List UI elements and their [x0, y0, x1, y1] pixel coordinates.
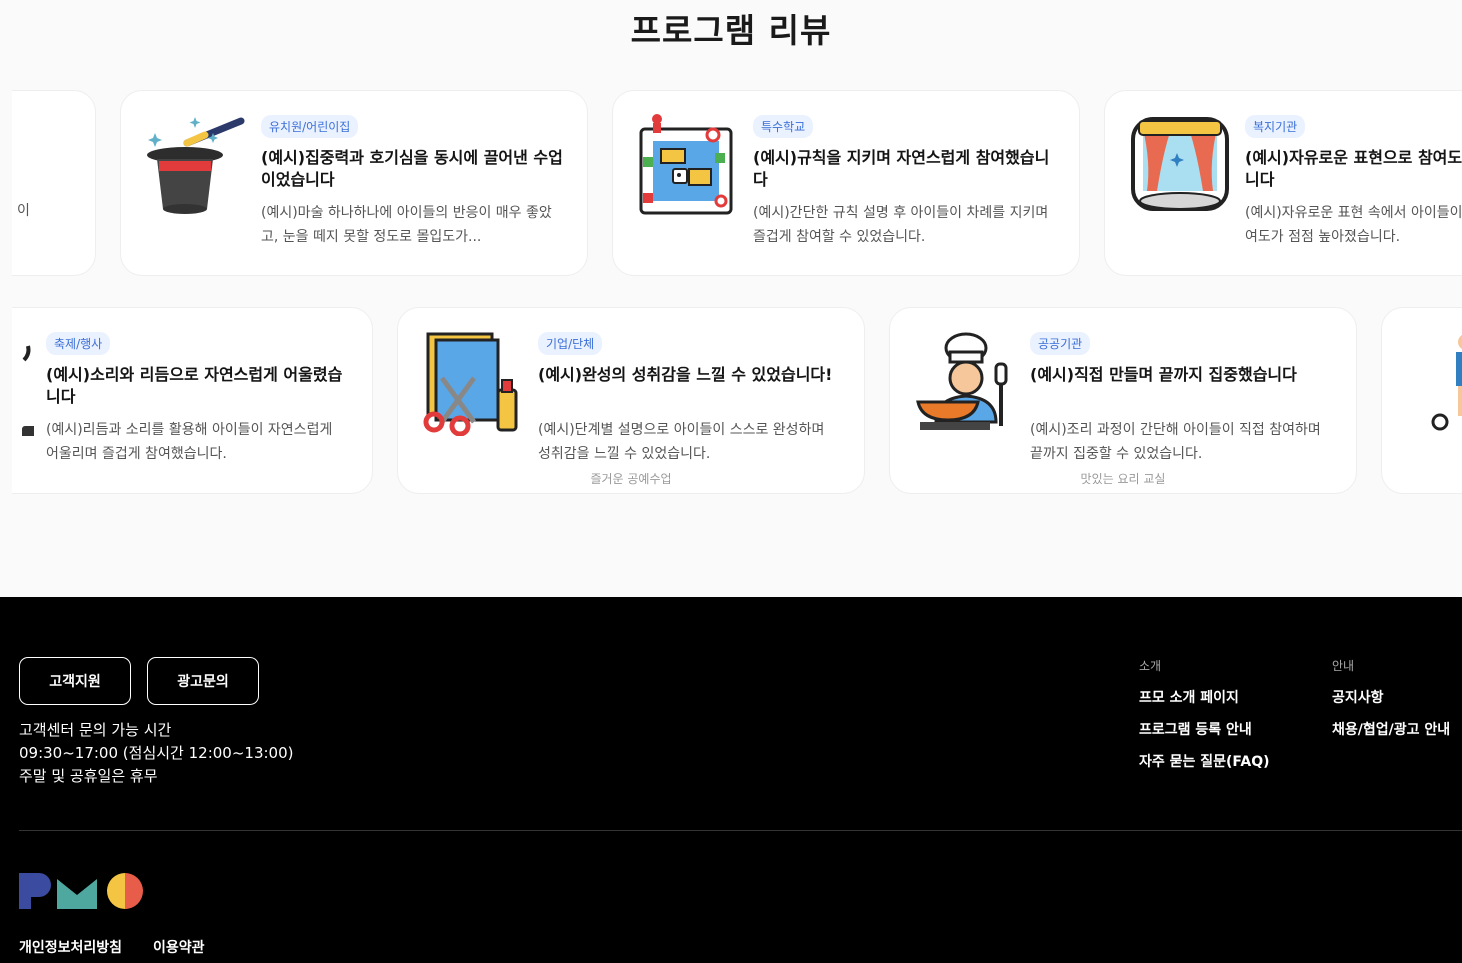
- footer-divider: [19, 830, 1462, 831]
- footer-link-notice[interactable]: 공지사항: [1332, 687, 1384, 707]
- review-card[interactable]: 기업/단체 (예시)완성의 성취감을 느낄 수 있었습니다! (예시)단계별 설…: [397, 307, 865, 494]
- review-card[interactable]: 이: [12, 90, 96, 276]
- hours-label: 고객센터 문의 가능 시간: [19, 721, 172, 739]
- review-desc: (예시)마술 하나하나에 아이들의 반응이 매우 좋았고, 눈을 떼지 못할 정…: [261, 205, 552, 245]
- footer-link-recruit[interactable]: 채용/협업/광고 안내: [1332, 719, 1450, 739]
- review-carousel-row-2[interactable]: 축제/행사 (예시)소리와 리듬으로 자연스럽게 어울렸습니다 (예시)리듬과 …: [12, 307, 1462, 494]
- chef-cooking-icon: [916, 332, 1008, 430]
- review-desc: (예시)자유로운 표현 속에서 아이들이 드러나며 참여도가 점점 높아졌습니다…: [1245, 205, 1462, 245]
- customer-support-button[interactable]: 고객지원: [19, 657, 131, 705]
- hours-closed: 주말 및 공휴일은 휴무: [19, 767, 158, 785]
- review-card[interactable]: 복지기관 (예시)자유로운 표현으로 참여도가 높아졌습니다 (예시)자유로운 …: [1104, 90, 1462, 276]
- section-title: 프로그램 리뷰: [630, 11, 832, 50]
- privacy-policy-link[interactable]: 개인정보처리방침: [19, 937, 122, 957]
- review-title: (예시)직접 만들며 끝까지 집중했습니다: [1030, 365, 1297, 384]
- review-title: (예시)자유로운 표현으로 참여도가 높아졌습니다: [1245, 148, 1462, 189]
- music-icon: [22, 345, 34, 436]
- review-card[interactable]: 유치원/어린이집 (예시)집중력과 호기심을 동시에 끌어낸 수업이었습니다 (…: [120, 90, 588, 276]
- support-hours: 고객센터 문의 가능 시간 09:30~17:00 (점심시간 12:00~13…: [19, 719, 294, 788]
- hours-time: 09:30~17:00 (점심시간 12:00~13:00): [19, 744, 294, 762]
- category-tag: 특수학교: [753, 115, 814, 138]
- review-title: (예시)집중력과 호기심을 동시에 끌어낸 수업이었습니다: [261, 148, 563, 189]
- footer-link-faq[interactable]: 자주 묻는 질문(FAQ): [1139, 751, 1270, 771]
- review-section: 프로그램 리뷰 이 유치원/어린이집 (예시)집중력과 호기심을 동시에 끌어낸…: [0, 0, 1462, 597]
- pmo-logo: [19, 873, 143, 909]
- review-carousel-row-1[interactable]: 이 유치원/어린이집 (예시)집중력과 호기심을 동시에 끌어낸 수업이었습니다…: [12, 90, 1462, 276]
- review-desc: (예시)간단한 규칙 설명 후 아이들이 차례를 지키며 즐겁게 참여할 수 있…: [753, 205, 1049, 245]
- review-title: (예시)규칙을 지키며 자연스럽게 참여했습니다: [753, 148, 1050, 189]
- terms-link[interactable]: 이용약관: [153, 937, 205, 957]
- soccer-player-icon: [1431, 335, 1462, 431]
- category-tag: 기업/단체: [538, 332, 603, 355]
- board-game-icon: [639, 114, 733, 215]
- review-desc: (예시)조리 과정이 간단해 아이들이 직접 참여하며 끝까지 집중할 수 있었…: [1030, 422, 1321, 462]
- review-desc: (예시)단계별 설명으로 아이들이 스스로 완성하며 성취감을 느낄 수 있었습…: [538, 422, 825, 462]
- site-footer: 고객지원 광고문의 고객센터 문의 가능 시간 09:30~17:00 (점심시…: [0, 597, 1462, 963]
- review-card[interactable]: [1381, 307, 1462, 494]
- magic-hat-icon: [147, 117, 245, 214]
- footer-col-guide-heading: 안내: [1332, 659, 1355, 673]
- craft-scissors-icon: [423, 332, 518, 436]
- review-desc: 이: [17, 203, 30, 219]
- footer-link-program-register[interactable]: 프로그램 등록 안내: [1139, 719, 1252, 739]
- category-tag: 복지기관: [1245, 115, 1306, 138]
- review-desc: (예시)리듬과 소리를 활용해 아이들이 자연스럽게 어울리며 즐겁게 참여했습…: [46, 422, 333, 462]
- review-card[interactable]: 특수학교 (예시)규칙을 지키며 자연스럽게 참여했습니다 (예시)간단한 규칙…: [612, 90, 1080, 276]
- category-tag: 공공기관: [1030, 332, 1091, 355]
- review-card[interactable]: 공공기관 (예시)직접 만들며 끝까지 집중했습니다 (예시)조리 과정이 간단…: [889, 307, 1357, 494]
- footer-link-about[interactable]: 프모 소개 페이지: [1139, 687, 1239, 707]
- review-title: (예시)소리와 리듬으로 자연스럽게 어울렸습니다: [46, 365, 343, 406]
- category-tag: 축제/행사: [46, 332, 111, 355]
- program-caption: 맛있는 요리 교실: [1080, 472, 1166, 486]
- category-tag: 유치원/어린이집: [261, 115, 359, 138]
- program-caption: 즐거운 공예수업: [590, 472, 672, 486]
- ad-inquiry-button[interactable]: 광고문의: [147, 657, 259, 705]
- theater-stage-icon: [1131, 117, 1229, 211]
- review-card[interactable]: 축제/행사 (예시)소리와 리듬으로 자연스럽게 어울렸습니다 (예시)리듬과 …: [12, 307, 373, 494]
- review-title: (예시)완성의 성취감을 느낄 수 있었습니다!: [538, 365, 833, 384]
- footer-col-intro-heading: 소개: [1139, 659, 1162, 673]
